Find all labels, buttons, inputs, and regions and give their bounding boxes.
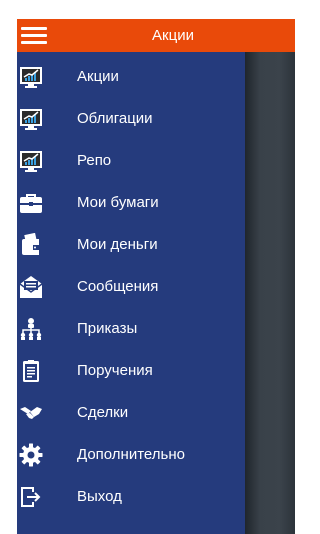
- app-window: Акции Акции Облигации Репо Мои бумаги Мо…: [17, 19, 295, 534]
- menu-item-label: Сообщения: [77, 278, 159, 295]
- menu-item-label: Акции: [77, 68, 119, 85]
- page-title: Акции: [152, 27, 194, 44]
- menu-item-repo[interactable]: Репо: [17, 141, 245, 181]
- dimmed-content-overlay[interactable]: [245, 52, 295, 534]
- menu-item-label: Мои бумаги: [77, 194, 159, 211]
- menu-item-label: Мои деньги: [77, 236, 158, 253]
- chart-monitor-icon: [19, 149, 43, 173]
- menu-item-logout[interactable]: Выход: [17, 477, 245, 517]
- menu-item-label: Выход: [77, 488, 122, 505]
- envelope-icon: [19, 275, 43, 299]
- menu-item-my-securities[interactable]: Мои бумаги: [17, 183, 245, 223]
- menu-item-orders[interactable]: Приказы: [17, 309, 245, 349]
- chart-monitor-icon: [19, 65, 43, 89]
- menu-item-my-money[interactable]: Мои деньги: [17, 225, 245, 265]
- menu-item-label: Поручения: [77, 362, 153, 379]
- clipboard-icon: [19, 359, 43, 383]
- menu-item-label: Облигации: [77, 110, 153, 127]
- menu-item-messages[interactable]: Сообщения: [17, 267, 245, 307]
- handshake-icon: [19, 401, 43, 425]
- menu-item-more[interactable]: Дополнительно: [17, 435, 245, 475]
- navigation-drawer: Акции Облигации Репо Мои бумаги Мои день…: [17, 52, 245, 534]
- logout-icon: [19, 485, 43, 509]
- menu-item-label: Дополнительно: [77, 446, 185, 463]
- menu-item-deals[interactable]: Сделки: [17, 393, 245, 433]
- menu-item-bonds[interactable]: Облигации: [17, 99, 245, 139]
- menu-toggle-button[interactable]: [17, 19, 51, 52]
- gear-icon: [19, 443, 43, 467]
- hamburger-icon: [21, 27, 47, 30]
- menu-item-instructions[interactable]: Поручения: [17, 351, 245, 391]
- briefcase-icon: [19, 191, 43, 215]
- wallet-icon: [19, 233, 43, 257]
- header-bar: Акции: [17, 19, 295, 52]
- hierarchy-icon: [19, 317, 43, 341]
- chart-monitor-icon: [19, 107, 43, 131]
- menu-item-label: Репо: [77, 152, 112, 169]
- menu-item-stocks[interactable]: Акции: [17, 57, 245, 97]
- menu-item-label: Сделки: [77, 404, 129, 421]
- menu-item-label: Приказы: [77, 320, 138, 337]
